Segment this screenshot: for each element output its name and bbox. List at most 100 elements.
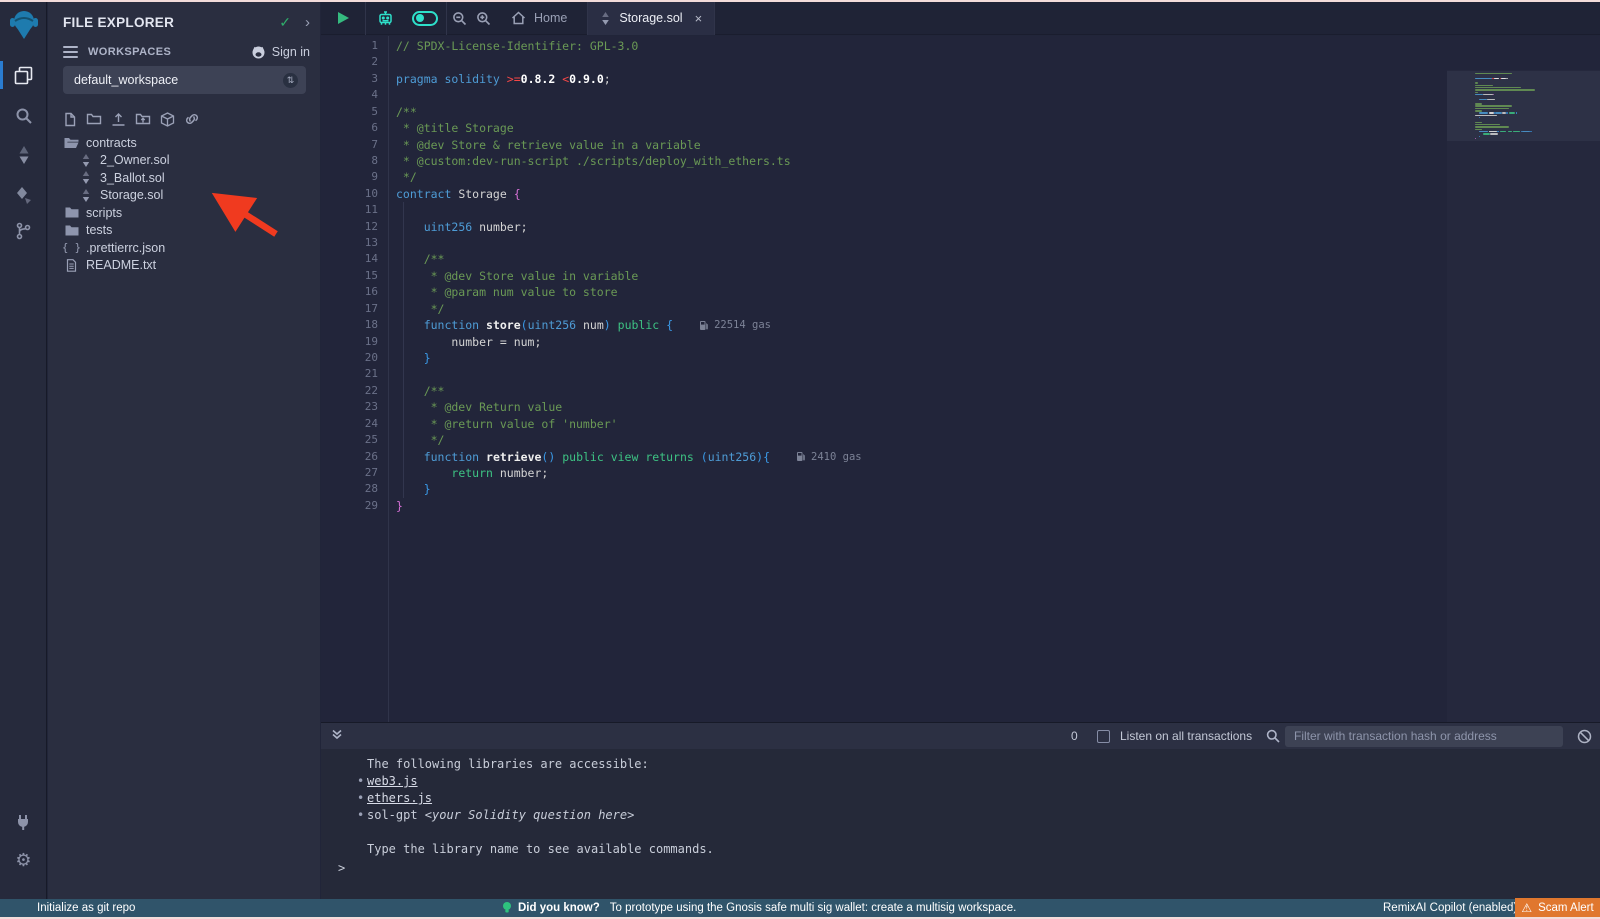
code-line-13: 13 xyxy=(321,235,1447,251)
code-text: */ xyxy=(396,432,444,448)
tree-item-3-ballot-sol[interactable]: 3_Ballot.sol xyxy=(48,169,320,187)
code-line-3: 3pragma solidity >=0.8.2 <0.9.0; xyxy=(321,71,1447,87)
code-line-10: 10contract Storage { xyxy=(321,186,1447,202)
new-file-icon[interactable] xyxy=(63,110,77,128)
code-text: } xyxy=(396,350,431,366)
hint-text: To prototype using the Gnosis safe multi… xyxy=(610,902,1017,914)
close-icon[interactable]: × xyxy=(695,11,703,26)
status-bar: Initialize as git repo Did you know? To … xyxy=(0,899,1600,917)
terminal-line xyxy=(321,824,1600,841)
sidebar-item-git[interactable] xyxy=(0,214,47,248)
code-line-21: 21 xyxy=(321,366,1447,382)
line-number: 21 xyxy=(321,366,378,382)
line-number: 17 xyxy=(321,301,378,317)
library-link[interactable]: ethers.js xyxy=(367,791,432,805)
sidebar-item-plugin-manager[interactable] xyxy=(0,804,47,838)
tree-item-2-owner-sol[interactable]: 2_Owner.sol xyxy=(48,152,320,170)
code-text: */ xyxy=(396,301,444,317)
sidebar-item-deploy-run[interactable] xyxy=(0,178,47,212)
code-text: * @title Storage xyxy=(396,120,514,136)
gas-estimate-badge: 22514 gas xyxy=(699,317,771,333)
code-line-1: 1// SPDX-License-Identifier: GPL-3.0 xyxy=(321,38,1447,54)
line-number: 20 xyxy=(321,350,378,366)
terminal-panel[interactable]: The following libraries are accessible:•… xyxy=(321,749,1600,899)
chevron-right-icon[interactable]: › xyxy=(305,14,310,31)
run-script-button[interactable] xyxy=(321,2,365,35)
code-lines: 1// SPDX-License-Identifier: GPL-3.023pr… xyxy=(321,38,1447,514)
copilot-status[interactable]: RemixAI Copilot (enabled) xyxy=(1383,899,1517,917)
panel-title: FILE EXPLORER xyxy=(63,15,279,30)
workspaces-menu-icon[interactable] xyxy=(63,46,78,58)
icon-rail: ⚙ xyxy=(0,0,47,899)
terminal-line: •ethers.js xyxy=(321,790,1600,807)
copilot-toggle[interactable] xyxy=(404,2,446,35)
file-tree: contracts2_Owner.sol3_Ballot.solStorage.… xyxy=(48,134,320,274)
code-line-2: 2 xyxy=(321,54,1447,70)
line-number: 10 xyxy=(321,186,378,202)
workspace-select[interactable]: default_workspace ⇅ xyxy=(63,66,306,94)
new-folder-icon[interactable] xyxy=(86,110,102,128)
code-text: // SPDX-License-Identifier: GPL-3.0 xyxy=(396,38,638,54)
search-icon[interactable] xyxy=(1266,729,1280,743)
code-editor[interactable]: 1// SPDX-License-Identifier: GPL-3.023pr… xyxy=(321,36,1600,724)
upload-file-icon[interactable] xyxy=(111,110,126,128)
hint-bold: Did you know? xyxy=(518,902,600,914)
library-link[interactable]: web3.js xyxy=(367,774,418,788)
code-text: /** xyxy=(396,383,444,399)
json-icon: { } xyxy=(64,242,79,254)
tree-item-tests[interactable]: tests xyxy=(48,222,320,240)
ai-assistant-button[interactable] xyxy=(366,2,404,35)
minimap-line xyxy=(1475,122,1482,123)
remix-logo-icon[interactable] xyxy=(0,4,47,44)
minimap-line xyxy=(1475,126,1509,127)
code-text: } xyxy=(396,481,431,497)
solidity-icon xyxy=(78,171,93,184)
screenshot-top-border xyxy=(0,0,1600,2)
upload-folder-icon[interactable] xyxy=(135,110,151,128)
tree-item-readme-txt[interactable]: README.txt xyxy=(48,257,320,275)
minimap-line xyxy=(1475,124,1500,125)
tab-storage-sol[interactable]: Storage.sol × xyxy=(587,2,715,35)
link-icon[interactable] xyxy=(184,110,200,128)
sidebar-item-solidity-compiler[interactable] xyxy=(0,138,47,172)
solidity-icon xyxy=(78,189,93,202)
minimap-line xyxy=(1475,99,1495,100)
tree-item-scripts[interactable]: scripts xyxy=(48,204,320,222)
workspaces-label: WORKSPACES xyxy=(88,46,251,58)
tree-item-storage-sol[interactable]: Storage.sol xyxy=(48,187,320,205)
code-text: } xyxy=(396,498,403,514)
lightbulb-icon xyxy=(502,901,512,915)
minimap[interactable] xyxy=(1447,70,1600,724)
tree-item-contracts[interactable]: contracts xyxy=(48,134,320,152)
listen-checkbox[interactable] xyxy=(1097,730,1110,743)
transaction-filter-input[interactable] xyxy=(1285,726,1563,747)
gear-icon: ⚙ xyxy=(15,851,31,869)
sign-in-button[interactable]: Sign in xyxy=(251,45,310,59)
line-number: 29 xyxy=(321,498,378,514)
workspaces-row: WORKSPACES Sign in xyxy=(63,42,310,62)
zoom-out-icon[interactable] xyxy=(447,2,471,35)
line-number: 18 xyxy=(321,317,378,333)
sidebar-item-file-explorer[interactable] xyxy=(0,58,47,92)
line-number: 5 xyxy=(321,104,378,120)
scam-alert-button[interactable]: ⚠ Scam Alert xyxy=(1515,898,1600,918)
git-init-button[interactable]: Initialize as git repo xyxy=(37,899,135,917)
code-text: * @dev Return value xyxy=(396,399,562,415)
tree-item--prettierrc-json[interactable]: { }.prettierrc.json xyxy=(48,239,320,257)
minimap-line xyxy=(1475,103,1482,104)
sidebar-item-search[interactable] xyxy=(0,99,47,133)
check-icon: ✓ xyxy=(279,14,291,31)
line-number: 4 xyxy=(321,87,378,103)
settings-gear-icon[interactable]: ⚙ xyxy=(0,843,47,877)
ipfs-box-icon[interactable] xyxy=(160,110,175,128)
clear-console-icon[interactable] xyxy=(1577,729,1592,744)
line-number: 8 xyxy=(321,153,378,169)
listen-label: Listen on all transactions xyxy=(1120,729,1252,743)
tab-home[interactable]: Home xyxy=(495,2,587,35)
terminal-line: •web3.js xyxy=(321,773,1600,790)
workspace-sort-icon[interactable]: ⇅ xyxy=(283,73,298,88)
zoom-in-icon[interactable] xyxy=(471,2,495,35)
terminal-collapse-icon[interactable] xyxy=(331,727,343,745)
minimap-line xyxy=(1475,108,1509,109)
terminal-prompt[interactable]: > xyxy=(338,861,345,875)
